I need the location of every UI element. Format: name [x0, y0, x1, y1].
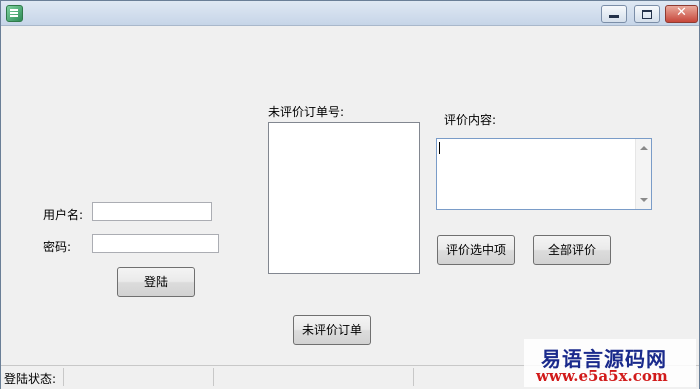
scroll-down-icon[interactable]: [640, 198, 648, 202]
review-content-textarea[interactable]: [436, 138, 652, 210]
scroll-up-icon[interactable]: [640, 146, 648, 150]
app-icon: [6, 5, 23, 22]
close-icon: ✕: [676, 5, 687, 20]
load-unrated-orders-button[interactable]: 未评价订单: [293, 315, 371, 345]
rate-selected-button[interactable]: 评价选中项: [437, 235, 515, 265]
unrated-orders-label: 未评价订单号:: [268, 105, 345, 119]
maximize-icon: [642, 10, 652, 19]
status-panel-divider: [213, 368, 214, 386]
text-caret: [439, 142, 440, 154]
password-input[interactable]: [92, 234, 219, 253]
username-input[interactable]: [92, 202, 212, 221]
username-label: 用户名:: [43, 208, 84, 222]
status-panel-divider: [63, 368, 64, 386]
review-content-label: 评价内容:: [444, 113, 497, 127]
minimize-icon: [609, 15, 619, 18]
minimize-button[interactable]: [601, 5, 627, 23]
main-window: ✕ 用户名: 密码: 登陆 未评价订单号: 未评价订单 评价内容: 评价选中项 …: [0, 0, 700, 389]
rate-all-button[interactable]: 全部评价: [533, 235, 611, 265]
watermark-url: www.e5a5x.com: [536, 367, 668, 385]
status-panel-divider: [413, 368, 414, 386]
password-label: 密码:: [43, 240, 72, 254]
unrated-orders-list[interactable]: [268, 122, 420, 274]
vertical-scrollbar[interactable]: [635, 139, 651, 209]
title-bar[interactable]: ✕: [1, 1, 699, 26]
site-watermark: 易语言源码网 www.e5a5x.com: [524, 339, 696, 387]
login-button[interactable]: 登陆: [117, 267, 195, 297]
maximize-button[interactable]: [634, 5, 660, 23]
close-button[interactable]: ✕: [665, 5, 698, 23]
login-status-label: 登陆状态:: [4, 372, 57, 386]
